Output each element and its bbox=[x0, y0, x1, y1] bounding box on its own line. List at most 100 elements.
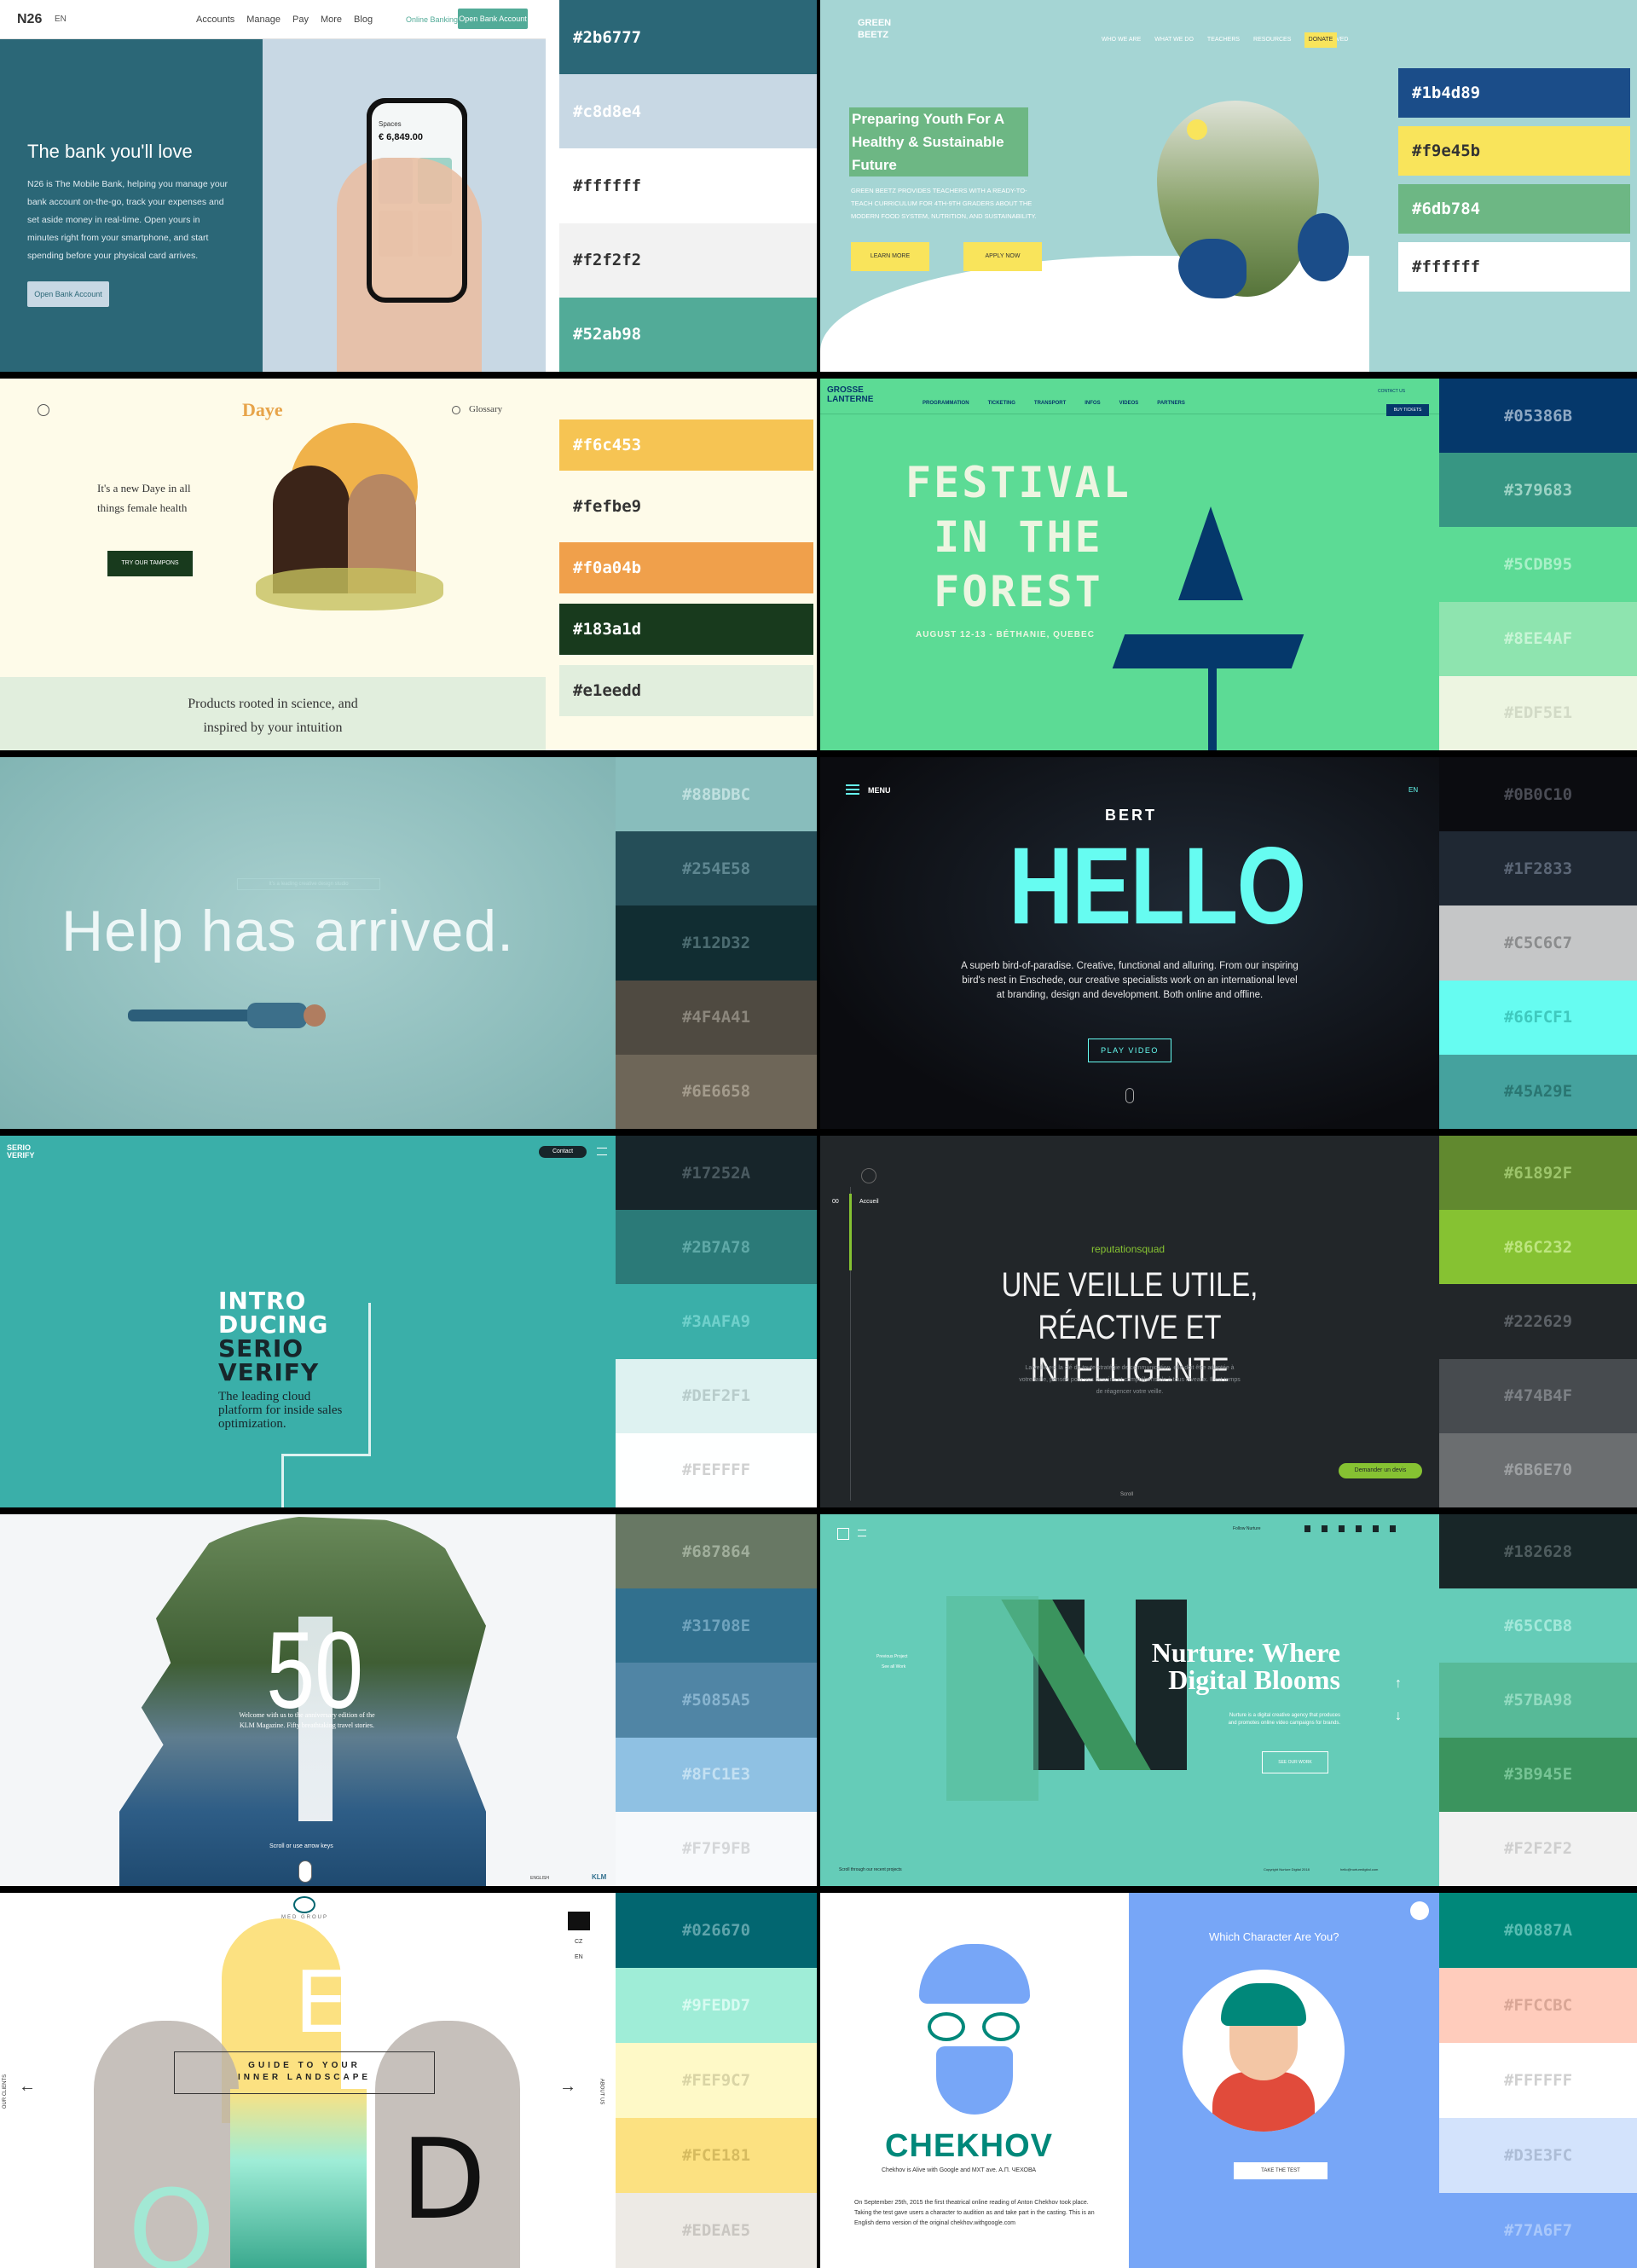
medgroup-logo-icon[interactable] bbox=[293, 1896, 315, 1913]
color-swatch: #687864 bbox=[616, 1514, 817, 1589]
color-swatch: #e1eedd bbox=[559, 665, 813, 716]
chekhov-subtitle: Chekhov is Alive with Google and MXT ave… bbox=[882, 2167, 1037, 2173]
up-arrow-icon[interactable]: ↑ bbox=[1395, 1676, 1402, 1692]
lang-en[interactable]: EN bbox=[575, 1954, 583, 1960]
card-help: It's a leading creative design studio He… bbox=[0, 757, 817, 1129]
n26-logo[interactable]: N26 bbox=[17, 12, 42, 27]
grosselanterne-logo[interactable]: GROSSE LANTERNE bbox=[827, 385, 887, 404]
take-test-button[interactable]: TAKE THE TEST bbox=[1234, 2162, 1328, 2179]
card-grosselanterne: GROSSE LANTERNE PROGRAMMATION TICKETING … bbox=[820, 379, 1637, 750]
nurture-email[interactable]: hello@nurturedigital.com bbox=[1340, 1867, 1378, 1872]
search-icon[interactable] bbox=[452, 406, 460, 414]
serio-contact-button[interactable]: Contact bbox=[539, 1146, 587, 1158]
color-swatch: #183a1d bbox=[559, 604, 813, 655]
color-swatch: #31708E bbox=[616, 1588, 817, 1663]
color-swatch: #f2f2f2 bbox=[559, 223, 817, 298]
greenbeetz-nav-link[interactable]: WHAT WE DO bbox=[1154, 37, 1194, 43]
greenbeetz-nav-link[interactable]: TEACHERS bbox=[1207, 37, 1240, 43]
greenbeetz-logo[interactable]: GREEN BEETZ bbox=[858, 17, 892, 60]
color-swatch: #222629 bbox=[1439, 1284, 1637, 1359]
medgroup-menu-button[interactable] bbox=[568, 1912, 590, 1930]
bert-lang[interactable]: EN bbox=[1409, 786, 1418, 794]
serio-menu-icon[interactable] bbox=[597, 1148, 607, 1155]
color-swatch: #112D32 bbox=[616, 905, 817, 981]
letter-q: Q bbox=[128, 2166, 216, 2268]
color-swatch: #f0a04b bbox=[559, 542, 813, 593]
color-swatch: #2B7A78 bbox=[616, 1210, 817, 1285]
grosselanterne-nav-link[interactable]: TICKETING bbox=[988, 401, 1015, 406]
greenbeetz-nav-link[interactable]: RESOURCES bbox=[1253, 37, 1291, 43]
n26-nav-link[interactable]: Pay bbox=[292, 14, 309, 25]
bert-hello-title: HELLO bbox=[1009, 825, 1306, 947]
chekhov-menu-button[interactable] bbox=[1410, 1901, 1429, 1920]
n26-hero-button[interactable]: Open Bank Account bbox=[27, 281, 109, 307]
klm-logo[interactable]: KLM bbox=[592, 1873, 606, 1881]
hamburger-icon[interactable] bbox=[846, 784, 859, 795]
lang-cz[interactable]: CZ bbox=[575, 1939, 582, 1945]
color-swatch: #88BDBC bbox=[616, 757, 817, 832]
social-icons[interactable] bbox=[1304, 1525, 1407, 1532]
help-tagline: It's a leading creative design studio bbox=[237, 878, 380, 890]
bert-logo[interactable]: BERT bbox=[1105, 807, 1157, 824]
glossary-link[interactable]: Glossary bbox=[469, 404, 502, 414]
n26-lang[interactable]: EN bbox=[55, 14, 67, 24]
daye-menu-icon[interactable] bbox=[38, 404, 49, 416]
reputation-menu-icon[interactable] bbox=[861, 1168, 876, 1183]
color-swatch: #182628 bbox=[1439, 1514, 1637, 1589]
color-swatch: #17252A bbox=[616, 1136, 817, 1211]
play-video-button[interactable]: PLAY VIDEO bbox=[1088, 1039, 1171, 1062]
nurture-menu-icon[interactable] bbox=[858, 1530, 866, 1536]
n26-nav-link[interactable]: Accounts bbox=[196, 14, 234, 25]
contact-link[interactable]: CONTACT US bbox=[1378, 389, 1405, 394]
bert-menu-label[interactable]: MENU bbox=[868, 786, 891, 795]
about-us-label[interactable]: ABOUT US bbox=[599, 2079, 604, 2105]
request-quote-button[interactable]: Demander un devis bbox=[1339, 1463, 1422, 1478]
apply-now-button[interactable]: APPLY NOW bbox=[963, 242, 1042, 271]
n26-nav-link[interactable]: Manage bbox=[246, 14, 281, 25]
grosselanterne-nav-link[interactable]: INFOS bbox=[1085, 401, 1100, 406]
grosselanterne-nav-link[interactable]: VIDEOS bbox=[1119, 401, 1139, 406]
medgroup-hero-title: GUIDE TO YOUR INNER LANDSCAPE bbox=[237, 2061, 372, 2082]
color-swatch: #ffffff bbox=[1398, 242, 1630, 292]
prev-project-link[interactable]: Previous Project bbox=[876, 1654, 907, 1659]
festival-title: FESTIVAL IN THE FOREST bbox=[905, 458, 1131, 616]
color-swatch: #6db784 bbox=[1398, 184, 1630, 234]
n26-screenshot: N26 EN Accounts Manage Pay More Blog Onl… bbox=[0, 0, 546, 372]
daye-hero-button[interactable]: TRY OUR TAMPONS bbox=[107, 551, 193, 576]
our-clients-label[interactable]: OUR CLIENTS bbox=[3, 2074, 8, 2109]
see-all-work-link[interactable]: See all Work bbox=[882, 1664, 905, 1669]
grosselanterne-nav-link[interactable]: PARTNERS bbox=[1157, 401, 1185, 406]
greenbeetz-nav-link[interactable]: WHO WE ARE bbox=[1102, 37, 1141, 43]
down-arrow-icon[interactable]: ↓ bbox=[1395, 1709, 1402, 1724]
color-swatch: #1b4d89 bbox=[1398, 68, 1630, 118]
color-swatch: #026670 bbox=[616, 1893, 817, 1968]
grosselanterne-nav-link[interactable]: PROGRAMMATION bbox=[923, 401, 969, 406]
daye-collage bbox=[256, 423, 443, 619]
buy-tickets-button[interactable]: BUY TICKETS bbox=[1386, 404, 1429, 416]
n26-hero-title: The bank you'll love bbox=[27, 141, 193, 162]
grosselanterne-nav-link[interactable]: TRANSPORT bbox=[1034, 401, 1066, 406]
serio-line-decoration bbox=[281, 1303, 371, 1456]
daye-logo[interactable]: Daye bbox=[242, 399, 283, 421]
nurture-hero-body: Nurture is a digital creative agency tha… bbox=[1228, 1713, 1340, 1726]
online-banking-link[interactable]: Online Banking bbox=[406, 15, 458, 24]
fifty-lang[interactable]: ENGLISH bbox=[530, 1876, 549, 1881]
scroll-mouse-icon bbox=[298, 1860, 312, 1883]
open-account-nav-button[interactable]: Open Bank Account bbox=[458, 9, 528, 29]
nurture-logo-icon[interactable] bbox=[837, 1528, 849, 1540]
fifty-palette: #687864 #31708E #5085A5 #8FC1E3 #F7F9FB bbox=[616, 1514, 817, 1886]
learn-more-button[interactable]: LEARN MORE bbox=[851, 242, 929, 271]
medgroup-screenshot: MED GROUP CZ EN OUR CLIENTS ABOUT US ← →… bbox=[0, 1893, 616, 2268]
see-our-work-button[interactable]: SEE OUR WORK bbox=[1262, 1751, 1328, 1773]
right-arrow-icon[interactable]: → bbox=[559, 2077, 576, 2097]
left-arrow-icon[interactable]: ← bbox=[19, 2077, 36, 2097]
serio-logo[interactable]: SERIO VERIFY bbox=[7, 1144, 46, 1160]
n26-nav-link[interactable]: More bbox=[321, 14, 342, 25]
help-palette: #88BDBC #254E58 #112D32 #4F4A41 #6E6658 bbox=[616, 757, 817, 1129]
color-swatch: #379683 bbox=[1439, 453, 1637, 528]
reputation-nav-label[interactable]: Accueil bbox=[859, 1199, 879, 1205]
reputation-scroll: Scroll bbox=[1120, 1492, 1134, 1497]
donate-button[interactable]: DONATE bbox=[1304, 32, 1337, 48]
n26-nav-link[interactable]: Blog bbox=[354, 14, 373, 25]
color-swatch: #00887A bbox=[1439, 1893, 1637, 1968]
